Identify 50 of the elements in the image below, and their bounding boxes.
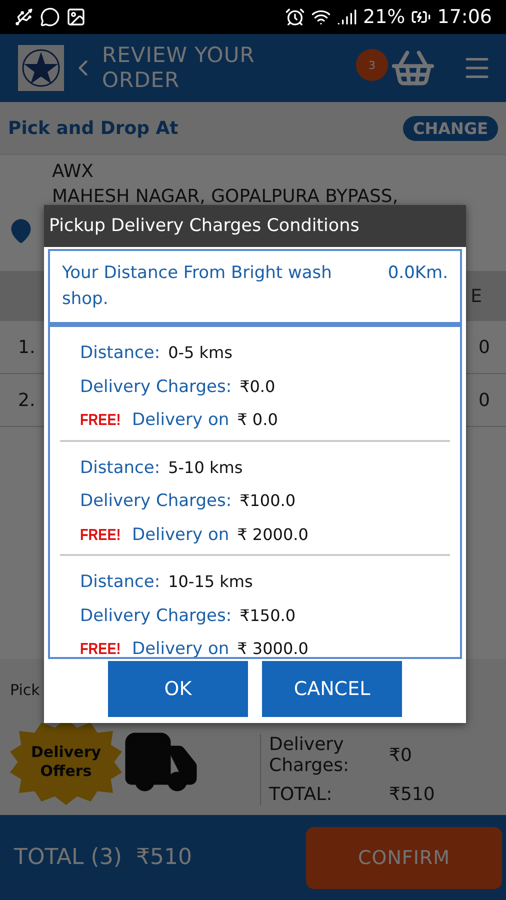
free-delivery-label: Delivery on: [132, 409, 230, 432]
distance-label: Distance:: [80, 456, 160, 480]
free-delivery-amount: ₹ 3000.0: [237, 639, 308, 657]
table-cell: 0: [478, 390, 490, 410]
battery-percent: 21%: [363, 6, 406, 28]
charges-label: Delivery Charges:: [80, 376, 232, 398]
free-tag: FREE!: [80, 526, 121, 544]
free-tag: FREE!: [80, 412, 121, 430]
dialog-title: Pickup Delivery Charges Conditions: [44, 205, 466, 247]
distance-range: 0-5 kms: [168, 343, 232, 362]
page-title: REVIEW YOUR ORDER: [102, 42, 256, 94]
distance-range: 10-15 kms: [168, 572, 253, 591]
charges-label: Delivery Charges:: [80, 604, 232, 628]
free-tag: FREE!: [80, 641, 121, 657]
distance-range: 5-10 kms: [168, 458, 243, 476]
distance-label: Your Distance From Bright wash shop.: [62, 262, 333, 310]
charges-value: ₹150.0: [240, 606, 296, 624]
summary-label: Pick: [10, 681, 40, 699]
column-header: E: [470, 286, 482, 306]
chat-bubble-icon: [40, 7, 60, 27]
summary-value: ₹510: [389, 784, 435, 805]
charges-label: Delivery Charges:: [80, 490, 232, 513]
cancel-button[interactable]: CANCEL: [262, 661, 402, 717]
summary-value: ₹0: [389, 744, 413, 766]
row-number: 2.: [18, 390, 36, 410]
free-delivery-label: Delivery on: [132, 524, 230, 546]
usb-icon: [14, 7, 34, 27]
section-heading: Pick and Drop At: [8, 118, 178, 138]
distance-value: 0.0Km.: [388, 262, 448, 285]
image-icon: [66, 7, 86, 27]
clock: 17:06: [437, 6, 492, 28]
address-name: AWX: [52, 161, 94, 182]
footer-total: TOTAL (3) ₹510: [14, 845, 192, 870]
summary-label: TOTAL:: [269, 784, 334, 805]
summary-label: Delivery Charges:: [269, 734, 350, 776]
free-delivery-amount: ₹ 2000.0: [237, 524, 308, 544]
distance-label: Distance:: [80, 571, 160, 594]
cart-count: 3: [356, 49, 388, 81]
distance-label: Distance:: [80, 342, 160, 365]
charges-value: ₹0.0: [240, 376, 276, 396]
change-button[interactable]: CHANGE: [403, 116, 498, 140]
star-logo-icon: [18, 45, 64, 91]
alarm-icon: [285, 7, 305, 27]
free-delivery-amount: ₹ 0.0: [237, 410, 278, 429]
ok-button[interactable]: OK: [108, 661, 248, 717]
row-number: 1.: [18, 336, 36, 358]
address-line: MAHESH NAGAR, GOPALPURA BYPASS,: [52, 186, 398, 207]
table-cell: 0: [478, 336, 490, 358]
charges-value: ₹100.0: [240, 491, 296, 510]
signal-icon: [337, 7, 357, 27]
